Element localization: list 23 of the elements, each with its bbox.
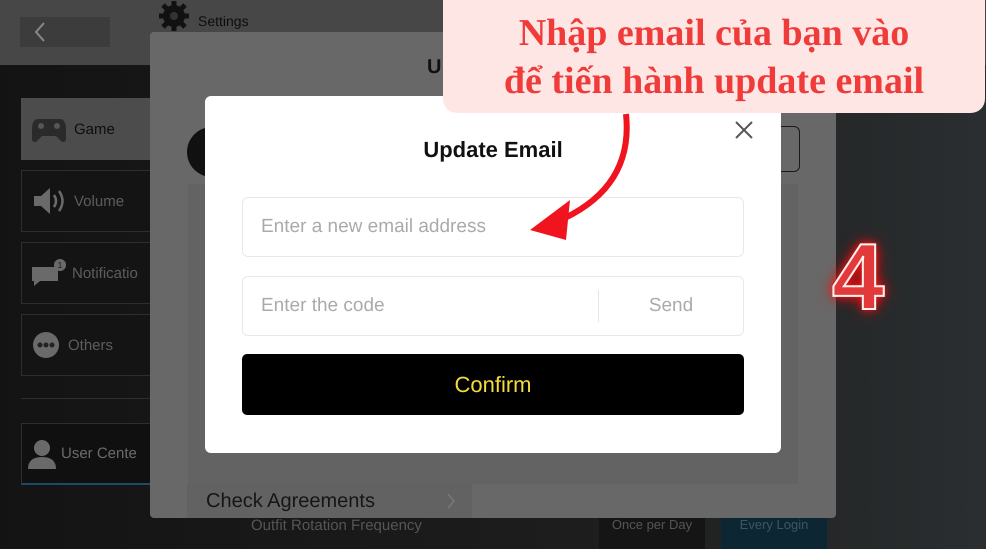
send-button[interactable]: Send [599, 294, 743, 318]
sidebar-item[interactable]: Volume [21, 170, 151, 232]
code-field[interactable]: Enter the code Send [242, 276, 744, 336]
sidebar-item[interactable]: Others [21, 314, 151, 376]
row-label: Check Agreements [206, 490, 375, 512]
email-field[interactable]: Enter a new email address [242, 197, 744, 257]
list-row[interactable]: Check Agreements [187, 484, 472, 518]
sidebar-item[interactable]: Game [21, 98, 151, 160]
sidebar-item[interactable]: 1 Notificatio [21, 242, 151, 304]
confirm-button[interactable]: Confirm [242, 354, 744, 415]
notification-badge: 1 [54, 259, 66, 271]
panel-title: U [427, 56, 442, 79]
setting-label: Outfit Rotation Frequency [251, 517, 422, 534]
callout-text: để tiến hành update email [504, 58, 924, 104]
callout-text: Nhập email của bạn vào [518, 10, 910, 56]
step-number: 4 [832, 230, 884, 324]
close-icon [734, 120, 754, 140]
speaker-icon [32, 186, 66, 216]
page-title: Settings [198, 13, 249, 29]
dialog-title: Update Email [423, 137, 563, 164]
person-icon [28, 438, 56, 468]
more-icon [32, 331, 60, 359]
sidebar-item[interactable]: User Cente [21, 423, 151, 485]
